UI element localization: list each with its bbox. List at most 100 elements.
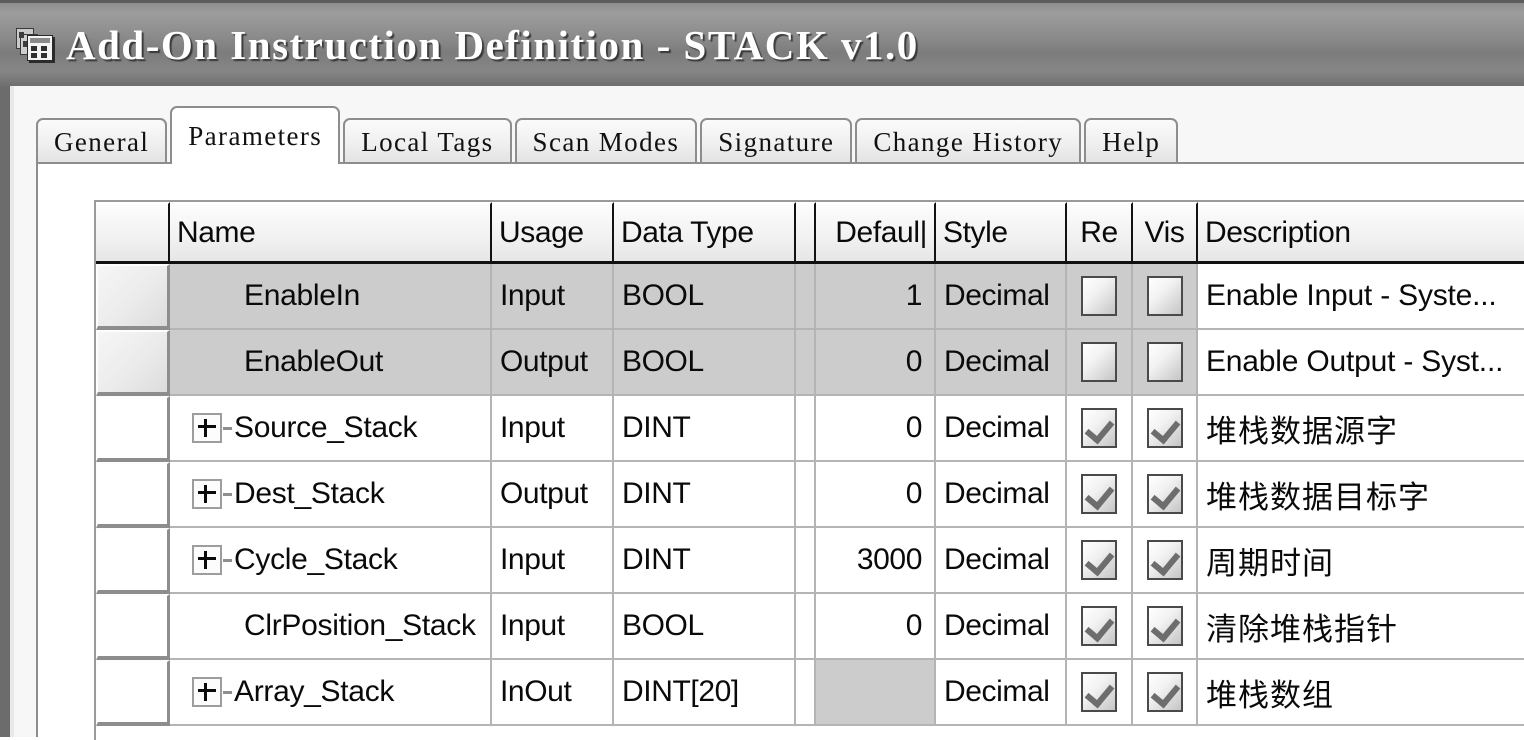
tab-scan-modes[interactable]: Scan Modes bbox=[514, 118, 698, 164]
parameter-name-cell[interactable]: ClrPosition_Stack bbox=[170, 594, 492, 660]
parameter-required-cell[interactable] bbox=[1067, 462, 1133, 528]
checked-checkbox-icon[interactable] bbox=[1146, 606, 1183, 646]
table-row[interactable]: ClrPosition_Stack Input BOOL 0 Decimal 清除堆栈指针 bbox=[96, 594, 1524, 660]
parameter-visible-cell[interactable] bbox=[1133, 396, 1198, 462]
table-row[interactable]: Dest_Stack Output DINT 0 Decimal 堆栈数据目标字 bbox=[96, 462, 1524, 528]
row-selector-button[interactable] bbox=[96, 330, 170, 396]
parameter-required-cell[interactable] bbox=[1067, 264, 1133, 330]
row-selector-button[interactable] bbox=[96, 396, 170, 462]
checked-checkbox-icon[interactable] bbox=[1146, 672, 1183, 712]
parameter-description-cell[interactable]: 清除堆栈指针 bbox=[1198, 594, 1524, 660]
expand-plus-icon[interactable] bbox=[192, 479, 222, 509]
row-selector-button[interactable] bbox=[96, 660, 170, 726]
expand-plus-icon[interactable] bbox=[192, 413, 222, 443]
parameter-required-cell[interactable] bbox=[1067, 660, 1133, 726]
checked-checkbox-icon[interactable] bbox=[1081, 474, 1117, 514]
parameter-datatype-cell[interactable]: DINT bbox=[614, 396, 796, 462]
table-row[interactable]: EnableOut Output BOOL 0 Decimal Enable Output… bbox=[96, 330, 1524, 396]
parameter-visible-cell[interactable] bbox=[1133, 528, 1198, 594]
parameter-style-cell[interactable]: Decimal bbox=[936, 594, 1067, 660]
row-selector-button[interactable] bbox=[96, 462, 170, 528]
parameter-usage-cell[interactable]: Output bbox=[492, 330, 614, 396]
parameter-description-cell[interactable]: Enable Input - Syste... bbox=[1198, 264, 1524, 330]
parameter-name-cell[interactable]: EnableOut bbox=[170, 330, 492, 396]
checked-checkbox-icon[interactable] bbox=[1081, 408, 1117, 448]
checked-checkbox-icon[interactable] bbox=[1081, 540, 1117, 580]
parameter-style-cell[interactable]: Decimal bbox=[936, 264, 1067, 330]
parameter-description-cell[interactable]: 堆栈数据源字 bbox=[1198, 396, 1524, 462]
parameter-default-cell[interactable]: 0 bbox=[816, 396, 936, 462]
parameter-datatype-cell[interactable]: BOOL bbox=[614, 330, 796, 396]
parameter-datatype-cell[interactable]: DINT[20] bbox=[614, 660, 796, 726]
parameter-required-cell[interactable] bbox=[1067, 396, 1133, 462]
checked-checkbox-icon[interactable] bbox=[1146, 474, 1183, 514]
tab-general[interactable]: General bbox=[36, 118, 168, 164]
parameter-visible-cell[interactable] bbox=[1133, 594, 1198, 660]
checked-checkbox-icon[interactable] bbox=[1081, 606, 1117, 646]
parameter-required-cell[interactable] bbox=[1067, 594, 1133, 660]
parameter-usage-cell[interactable]: Input bbox=[492, 528, 614, 594]
checked-checkbox-icon[interactable] bbox=[1081, 672, 1117, 712]
parameter-name-cell[interactable]: Dest_Stack bbox=[170, 462, 492, 528]
tab-change-history[interactable]: Change History bbox=[855, 118, 1082, 164]
parameter-usage-cell[interactable]: Input bbox=[492, 264, 614, 330]
row-selector-button[interactable] bbox=[96, 528, 170, 594]
parameter-visible-cell[interactable] bbox=[1133, 660, 1198, 726]
parameter-usage-cell[interactable]: Input bbox=[492, 396, 614, 462]
parameter-default-cell[interactable]: 3000 bbox=[816, 528, 936, 594]
tab-help[interactable]: Help bbox=[1084, 118, 1179, 164]
tab-parameters[interactable]: Parameters bbox=[170, 106, 341, 167]
parameter-datatype-cell[interactable]: BOOL bbox=[614, 594, 796, 660]
checked-checkbox-icon[interactable] bbox=[1146, 408, 1183, 448]
parameter-style-cell[interactable]: Decimal bbox=[936, 396, 1067, 462]
parameter-default-cell[interactable]: 0 bbox=[816, 330, 936, 396]
tab-signature[interactable]: Signature bbox=[700, 118, 853, 164]
unchecked-checkbox-icon[interactable] bbox=[1081, 276, 1117, 316]
expand-plus-icon[interactable] bbox=[192, 545, 222, 575]
table-row[interactable]: Array_Stack InOut DINT[20] Decimal 堆栈数组 bbox=[96, 660, 1524, 726]
parameter-required-cell[interactable] bbox=[1067, 528, 1133, 594]
parameter-usage-cell[interactable]: InOut bbox=[492, 660, 614, 726]
table-row[interactable]: EnableIn Input BOOL 1 Decimal Enable Input - … bbox=[96, 264, 1524, 330]
parameter-usage-cell[interactable]: Output bbox=[492, 462, 614, 528]
parameter-datatype-cell[interactable]: DINT bbox=[614, 528, 796, 594]
unchecked-checkbox-icon[interactable] bbox=[1146, 342, 1183, 382]
column-header-default[interactable]: Defaul| bbox=[816, 202, 936, 261]
column-header-style[interactable]: Style bbox=[936, 202, 1067, 261]
parameter-usage-cell[interactable]: Input bbox=[492, 594, 614, 660]
parameter-visible-cell[interactable] bbox=[1133, 462, 1198, 528]
unchecked-checkbox-icon[interactable] bbox=[1146, 276, 1183, 316]
tab-local-tags[interactable]: Local Tags bbox=[343, 118, 512, 164]
parameter-datatype-cell[interactable]: BOOL bbox=[614, 264, 796, 330]
parameter-default-cell[interactable]: 0 bbox=[816, 462, 936, 528]
table-row[interactable]: Cycle_Stack Input DINT 3000 Decimal 周期时间 bbox=[96, 528, 1524, 594]
parameter-visible-cell[interactable] bbox=[1133, 264, 1198, 330]
checked-checkbox-icon[interactable] bbox=[1146, 540, 1183, 580]
unchecked-checkbox-icon[interactable] bbox=[1081, 342, 1117, 382]
parameter-style-cell[interactable]: Decimal bbox=[936, 528, 1067, 594]
parameter-name-cell[interactable]: Cycle_Stack bbox=[170, 528, 492, 594]
column-header-gap[interactable] bbox=[796, 202, 816, 261]
row-selector-button[interactable] bbox=[96, 594, 170, 660]
parameter-description-cell[interactable]: 周期时间 bbox=[1198, 528, 1524, 594]
parameter-name-cell[interactable]: EnableIn bbox=[170, 264, 492, 330]
column-header-name[interactable]: Name bbox=[170, 202, 492, 261]
parameter-datatype-cell[interactable]: DINT bbox=[614, 462, 796, 528]
column-header-selector[interactable] bbox=[96, 202, 170, 261]
parameters-grid[interactable]: Name Usage Data Type Defaul| Style Re Vis Descr… bbox=[94, 200, 1524, 740]
parameter-default-cell[interactable] bbox=[816, 660, 936, 726]
parameter-style-cell[interactable]: Decimal bbox=[936, 462, 1067, 528]
column-header-data-type[interactable]: Data Type bbox=[614, 202, 796, 261]
parameter-visible-cell[interactable] bbox=[1133, 330, 1198, 396]
parameter-name-cell[interactable]: Source_Stack bbox=[170, 396, 492, 462]
column-header-vis[interactable]: Vis bbox=[1133, 202, 1198, 261]
parameter-description-cell[interactable]: 堆栈数据目标字 bbox=[1198, 462, 1524, 528]
column-header-usage[interactable]: Usage bbox=[492, 202, 614, 261]
parameter-required-cell[interactable] bbox=[1067, 330, 1133, 396]
column-header-description[interactable]: Description bbox=[1198, 202, 1524, 261]
parameter-style-cell[interactable]: Decimal bbox=[936, 330, 1067, 396]
parameter-description-cell[interactable]: 堆栈数组 bbox=[1198, 660, 1524, 726]
parameter-name-cell[interactable]: Array_Stack bbox=[170, 660, 492, 726]
parameter-default-cell[interactable]: 1 bbox=[816, 264, 936, 330]
parameter-description-cell[interactable]: Enable Output - Syst... bbox=[1198, 330, 1524, 396]
